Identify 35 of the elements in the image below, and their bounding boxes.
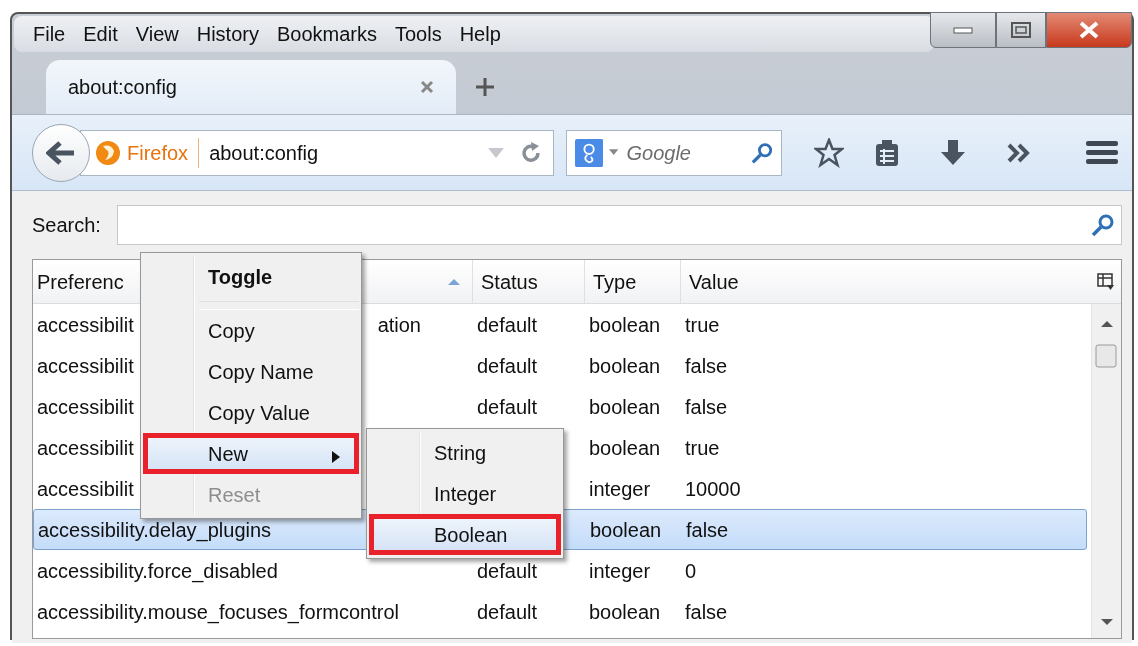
preference-name: accessibilit bbox=[37, 353, 134, 379]
column-header-label: Preferenc bbox=[37, 269, 124, 295]
preference-type: boolean bbox=[589, 600, 661, 623]
preference-status: default bbox=[477, 313, 538, 336]
preference-status: default bbox=[477, 559, 538, 582]
preference-name: accessibilit bbox=[37, 435, 134, 461]
preference-name: accessibility.mouse_focuses_formcontrol bbox=[37, 599, 399, 626]
preference-value: true bbox=[685, 313, 720, 336]
preference-status: default bbox=[477, 354, 538, 377]
preference-value: false bbox=[685, 395, 728, 418]
preference-name: accessibilit bbox=[37, 476, 134, 502]
preference-name: accessibilit bbox=[37, 312, 134, 338]
menu-item: Reset bbox=[207, 482, 262, 508]
preference-name: accessibility.force_disabled bbox=[37, 558, 278, 585]
preference-type: boolean bbox=[590, 518, 662, 541]
url-text: about:config bbox=[208, 140, 320, 166]
preference-value: 10000 bbox=[685, 477, 741, 500]
preference-value: true bbox=[685, 436, 720, 459]
preference-value: false bbox=[686, 518, 729, 541]
tab-title: about:config bbox=[68, 75, 177, 100]
preference-status: default bbox=[477, 395, 538, 418]
search-label: Search: bbox=[32, 213, 101, 238]
preference-type: boolean bbox=[589, 436, 661, 459]
preference-type: boolean bbox=[589, 395, 661, 418]
preference-type: boolean bbox=[589, 354, 661, 377]
preference-status: default bbox=[477, 600, 538, 623]
preference-type: integer bbox=[589, 559, 651, 582]
preference-value: false bbox=[685, 600, 728, 623]
preference-value: 0 bbox=[685, 559, 697, 582]
preference-name: accessibility.delay_plugins bbox=[38, 517, 272, 544]
preference-value: false bbox=[685, 354, 728, 377]
preference-name: ation bbox=[377, 312, 422, 338]
preference-type: boolean bbox=[589, 313, 661, 336]
preference-type: integer bbox=[589, 477, 651, 500]
preference-name: accessibilit bbox=[37, 394, 134, 420]
